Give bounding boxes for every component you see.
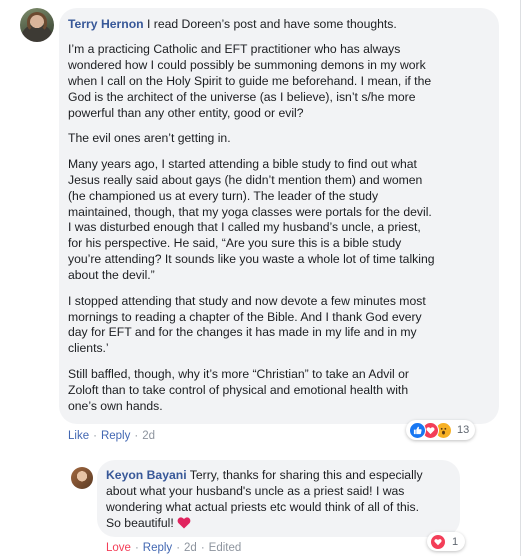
comment-line: Jesus really said about gays (he didn’t … — [68, 172, 423, 187]
reply-actions: Love · Reply · 2d · Edited — [106, 542, 241, 554]
comment-line: God is the architect of the universe (as… — [68, 90, 416, 105]
reply-author[interactable]: Keyon Bayani — [106, 468, 187, 482]
comment-line: when I call on the Holy Spirit to guide … — [68, 74, 432, 89]
comment-line: for his perspective. He said, “Are you s… — [68, 236, 402, 251]
comment-reactions[interactable]: 13 — [406, 420, 476, 440]
comment-paragraph-1: Terry Hernon I read Doreen’s post and ha… — [68, 17, 490, 33]
comment-paragraph-6: Still baffled, though, why it’s more “Ch… — [68, 367, 490, 415]
comment-line: wondered how I could possibly be summoni… — [68, 58, 426, 73]
comment-paragraph-5: I stopped attending that study and now d… — [68, 294, 490, 358]
comment-line: I was disturbed enough that I called my … — [68, 220, 421, 235]
love-icon — [430, 533, 446, 550]
comment-line: you’re attending? It sounds like you was… — [68, 252, 435, 267]
separator-dot: · — [176, 542, 181, 554]
comment-line: day for EFT and for the changes it has m… — [68, 325, 417, 340]
reply-line: about what your husband's uncle as a pri… — [106, 483, 405, 498]
comment-paragraph-3: The evil ones aren’t getting in. — [68, 131, 490, 147]
comment-line: The evil ones aren’t getting in. — [68, 131, 231, 146]
reply-reactions[interactable]: 1 — [427, 532, 466, 551]
comment-line: one’s own hands. — [68, 398, 163, 413]
comment-timestamp[interactable]: 2d — [142, 430, 155, 442]
reply-line: So beautiful! — [106, 516, 451, 532]
heart-emoji-icon — [177, 517, 191, 529]
separator-dot: · — [134, 542, 139, 554]
separator-dot: · — [200, 542, 205, 554]
comment-line: about the devil.” — [68, 268, 155, 283]
comment-line: powerful than any other entity, good or … — [68, 106, 304, 121]
comment-bubble: Terry Hernon I read Doreen’s post and ha… — [59, 8, 499, 424]
keyon-avatar[interactable] — [71, 467, 93, 489]
reply-link[interactable]: Reply — [101, 430, 130, 442]
reply-bubble: Keyon Bayani Terry, thanks for sharing t… — [97, 460, 460, 537]
reply-line: wondering what actual priests etc would … — [106, 499, 419, 514]
reaction-count: 1 — [452, 535, 459, 548]
comment-line: maintained, though, that my yoga classes… — [68, 204, 432, 219]
comment-actions: Like · Reply · 2d — [68, 430, 155, 442]
comment-line: I stopped attending that study and now d… — [68, 293, 426, 308]
reply-text: So beautiful! — [106, 515, 178, 530]
reaction-count: 13 — [457, 424, 470, 436]
like-icon — [409, 421, 426, 439]
comment-line: (he championed us at every turn). The le… — [68, 188, 379, 203]
reply-text: Terry, thanks for sharing this and espec… — [186, 468, 423, 482]
comment-line: Zoloft than to take control of physical … — [68, 382, 409, 397]
comment-line: I’m a practicing Catholic and EFT practi… — [68, 42, 401, 57]
love-link[interactable]: Love — [106, 542, 131, 554]
comment-line: I read Doreen’s post and have some thoug… — [143, 17, 397, 31]
comment-line: Many years ago, I started attending a bi… — [68, 156, 417, 171]
separator-dot: · — [93, 430, 97, 442]
reply-line: Keyon Bayani Terry, thanks for sharing t… — [106, 468, 451, 484]
comment-paragraph-2: I’m a practicing Catholic and EFT practi… — [68, 42, 490, 122]
comment-author[interactable]: Terry Hernon — [68, 17, 144, 31]
separator-dot: · — [134, 430, 139, 442]
reply-timestamp[interactable]: 2d — [184, 542, 197, 554]
edited-label[interactable]: Edited — [209, 542, 242, 554]
comment-line: Still baffled, though, why it’s more “Ch… — [68, 366, 409, 381]
comment-paragraph-4: Many years ago, I started attending a bi… — [68, 157, 490, 284]
like-link[interactable]: Like — [68, 430, 89, 442]
reply-link[interactable]: Reply — [143, 542, 172, 554]
comment-line: clients.’ — [68, 341, 109, 356]
terry-avatar[interactable] — [20, 8, 54, 42]
comment-line: mornings to reading a chapter of the Bib… — [68, 309, 422, 324]
